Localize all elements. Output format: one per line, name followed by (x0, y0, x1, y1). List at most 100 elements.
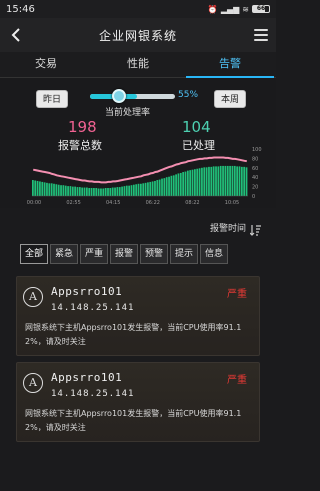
chart-bar (142, 183, 145, 196)
alarm-time-sort[interactable]: 报警时间 (0, 214, 276, 240)
host-ip: 14.148.25.141 (51, 389, 135, 399)
chart-bar (90, 188, 93, 196)
filter-all[interactable]: 全部 (20, 244, 48, 264)
app-title: 企业网银系统 (98, 28, 177, 43)
chart-bar (233, 165, 236, 196)
yesterday-button[interactable]: 昨日 (36, 90, 69, 108)
app-server-icon: A (23, 373, 43, 393)
chart-bar (222, 165, 224, 196)
tab-bar: 交易 性能 告警 (0, 52, 276, 78)
chart-bar (212, 166, 215, 196)
chart-bar (205, 167, 208, 196)
filter-alarm[interactable]: 报警 (110, 244, 138, 264)
tab-performance[interactable]: 性能 (92, 52, 184, 77)
alarm-time-label: 报警时间 (209, 223, 246, 234)
chart-bar (175, 174, 177, 196)
filter-info[interactable]: 信息 (200, 244, 228, 264)
chart-bar (43, 182, 46, 196)
chart-bar (64, 185, 67, 196)
chart-bar (179, 172, 182, 196)
process-rate-percent: 55% (178, 90, 199, 100)
chart-bar (74, 186, 77, 196)
chart-bar (168, 176, 170, 196)
chart-bar (203, 167, 206, 196)
chart-y-tick: 0 (252, 194, 255, 200)
chart-bar (128, 185, 131, 196)
chart-x-tick: 02:55 (66, 200, 80, 206)
status-bar: 15:46 ⏰ ▂▄▆ ≋ 66 (0, 0, 276, 18)
alarm-message: 网银系统下主机Appsrro101发生报警，当前CPU使用率91.12%，请及时… (25, 323, 242, 346)
chart-bar (229, 165, 231, 196)
handled-value: 104 (182, 118, 211, 136)
chart-bar (219, 165, 222, 196)
alarm-card[interactable]: A Appsrro101 14.148.25.141 严重 网银系统下主机App… (16, 362, 260, 442)
chart-bar (100, 188, 102, 196)
chart-bar (208, 166, 210, 196)
process-rate-label: 当前处理率 (105, 108, 151, 118)
chart-bar (53, 183, 55, 196)
chart-bar (217, 166, 220, 196)
chart-bar (67, 186, 69, 196)
alarm-card[interactable]: A Appsrro101 14.148.25.141 严重 网银系统下主机App… (16, 276, 260, 356)
this-week-button[interactable]: 本周 (214, 90, 247, 108)
chart-bar (116, 187, 119, 196)
severity-badge: 严重 (227, 289, 247, 300)
chart-bar (170, 175, 173, 196)
filter-urgent[interactable]: 紧急 (50, 244, 78, 264)
chart-bar (210, 166, 213, 196)
sort-icon[interactable] (249, 221, 262, 236)
chart-bar (109, 188, 112, 196)
chart-bar (118, 187, 121, 196)
chart-bar (151, 181, 154, 196)
chart-bar (81, 187, 84, 196)
filter-warning[interactable]: 预警 (140, 244, 168, 264)
host-name: Appsrro101 (51, 371, 123, 384)
chart-bar (182, 172, 185, 196)
chart-bar (102, 188, 105, 196)
chart-bar (34, 180, 37, 196)
chart-y-tick: 100 (252, 147, 262, 153)
chart-bar (83, 187, 86, 196)
chart-bar (156, 180, 159, 196)
status-time: 15:46 (6, 3, 35, 15)
chart-bar (123, 186, 126, 196)
chart-bar (125, 185, 128, 196)
chart-bar (71, 186, 74, 196)
back-arrow-icon[interactable] (8, 26, 24, 44)
chart-bar (121, 186, 123, 196)
chart-bar (184, 171, 187, 196)
process-rate-slider[interactable] (90, 89, 175, 103)
filter-severe[interactable]: 严重 (80, 244, 108, 264)
chart-bar (78, 187, 81, 196)
chart-bar (50, 183, 53, 196)
alarm-clock-icon: ⏰ (207, 4, 218, 14)
status-icons: ⏰ ▂▄▆ ≋ 66 (208, 5, 270, 14)
filter-hint[interactable]: 提示 (170, 244, 198, 264)
chart-bar (158, 179, 161, 196)
slider-knob[interactable] (111, 89, 126, 103)
chart-bar (46, 182, 48, 196)
chart-bar (194, 169, 196, 196)
chart-bar (231, 165, 234, 196)
chart-x-tick: 10:05 (225, 200, 239, 206)
chart-bar (224, 165, 227, 196)
chart-bar (147, 182, 149, 196)
chart-y-tick: 20 (252, 185, 258, 191)
chart-bar (55, 184, 58, 196)
chart-y-tick: 60 (252, 166, 258, 172)
chart-bar (135, 184, 138, 196)
chart-x-tick: 04:15 (106, 200, 120, 206)
chart-bar (172, 175, 175, 196)
chart-y-tick: 80 (252, 156, 258, 162)
chart-bar (39, 181, 41, 196)
severity-badge: 严重 (227, 375, 247, 386)
tab-transaction[interactable]: 交易 (0, 52, 92, 77)
app-server-icon: A (23, 287, 43, 307)
chart-bar (60, 185, 62, 196)
menu-icon[interactable] (254, 29, 268, 41)
chart-bar (144, 182, 147, 196)
tab-alarm[interactable]: 告警 (184, 52, 276, 78)
chart-bar (186, 170, 189, 196)
chart-bar (95, 188, 98, 196)
chart-x-tick: 00:00 (27, 200, 41, 206)
